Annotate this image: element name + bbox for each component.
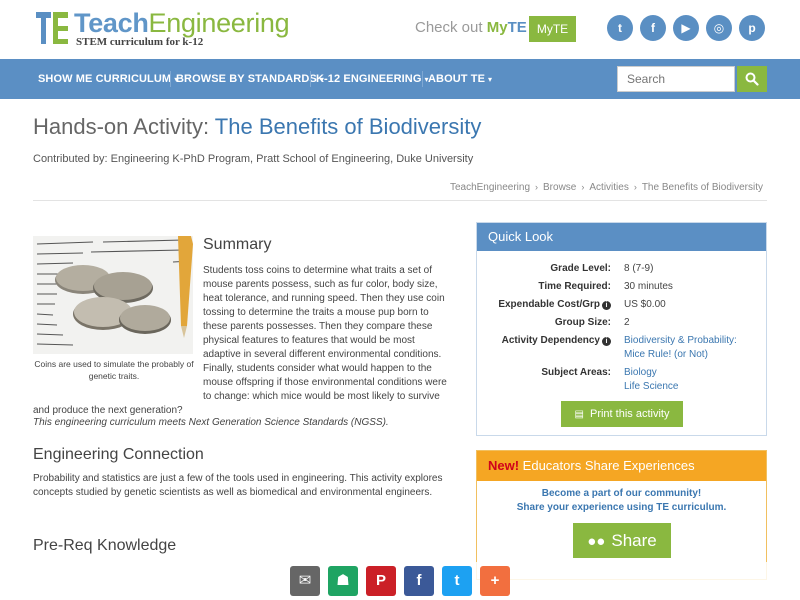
educators-share-heading: New! Educators Share Experiences xyxy=(477,451,766,481)
print-button-label: Print this activity xyxy=(589,408,670,420)
prereq-heading: Pre-Req Knowledge xyxy=(33,537,177,554)
educators-share-panel: New! Educators Share Experiences Become … xyxy=(476,450,767,580)
search-input[interactable] xyxy=(617,66,735,92)
logo-tagline: STEM curriculum for k-12 xyxy=(76,36,204,48)
educators-heading-text: Educators Share Experiences xyxy=(519,458,695,473)
youtube-icon[interactable]: ▶ xyxy=(673,15,699,41)
share-experience-line: Share your experience using TE curriculu… xyxy=(516,502,727,513)
subject-life-science-link[interactable]: Life Science xyxy=(624,381,678,392)
time-required-label: Time Required: xyxy=(538,281,611,292)
info-icon[interactable]: i xyxy=(602,301,611,310)
share-bar xyxy=(0,562,800,600)
share-button-label: Share xyxy=(611,531,657,550)
site-header: TeachEngineering STEM curriculum for k-1… xyxy=(0,0,800,58)
engineering-connection-text: Probability and statistics are just a fe… xyxy=(33,473,443,498)
pinterest-share-icon[interactable]: P xyxy=(366,566,396,596)
nav-divider xyxy=(310,71,311,87)
title-main: The Benefits of Biodiversity xyxy=(214,114,482,139)
subject-biology-link[interactable]: Biology xyxy=(624,367,657,378)
page-title: Hands-on Activity: The Benefits of Biodi… xyxy=(33,114,481,140)
nav-about-te[interactable]: ABOUT TE ▾ xyxy=(428,59,492,99)
summary-heading: Summary xyxy=(203,236,272,253)
expendable-cost-value: US $0.00 xyxy=(624,299,666,310)
twitter-share-icon[interactable]: t xyxy=(442,566,472,596)
checkout-myte-text: Check out MyTE xyxy=(415,19,527,36)
facebook-share-icon[interactable]: f xyxy=(404,566,434,596)
grade-level-value: 8 (7-9) xyxy=(624,263,654,274)
twitter-icon[interactable]: t xyxy=(607,15,633,41)
subject-areas-values: Biology Life Science xyxy=(624,366,678,394)
google-classroom-share-icon[interactable]: ☗ xyxy=(328,566,358,596)
quick-look-heading: Quick Look xyxy=(477,223,766,251)
info-icon[interactable]: i xyxy=(602,337,611,346)
activity-dependency-link[interactable]: Biodiversity & Probability: Mice Rule! (o… xyxy=(624,334,737,362)
more-share-icon[interactable]: + xyxy=(480,566,510,596)
printer-icon: ▤ xyxy=(574,409,584,420)
email-share-icon[interactable]: ✉ xyxy=(290,566,320,596)
divider xyxy=(33,200,767,201)
nav-browse-by-standards[interactable]: BROWSE BY STANDARDS ▾ xyxy=(176,59,324,99)
breadcrumb-item[interactable]: Browse xyxy=(543,182,576,193)
contributed-by: Contributed by: Engineering K-PhD Progra… xyxy=(33,153,474,165)
nav-label: ABOUT TE xyxy=(428,73,486,85)
breadcrumb-item[interactable]: TeachEngineering xyxy=(450,182,530,193)
checkout-te: TE xyxy=(507,19,527,36)
logo-teach: Teach xyxy=(74,8,149,38)
expendable-cost-label: Expendable Cost/Grp i xyxy=(498,298,611,312)
nav-label: SHOW ME CURRICULUM xyxy=(38,73,172,85)
time-required-value: 30 minutes xyxy=(624,281,673,292)
dependency-line-2: Mice Rule! (or Not) xyxy=(624,349,708,360)
nav-label: K-12 ENGINEERING xyxy=(316,73,422,85)
quick-look-panel: Quick Look Grade Level: 8 (7-9) Time Req… xyxy=(476,222,767,436)
nav-label: BROWSE BY STANDARDS xyxy=(176,73,317,85)
nav-k12-engineering[interactable]: K-12 ENGINEERING ▾ xyxy=(316,59,429,99)
search-icon xyxy=(745,72,759,86)
nav-divider xyxy=(170,71,171,87)
chevron-down-icon: ▾ xyxy=(488,75,493,84)
group-size-value: 2 xyxy=(624,317,630,328)
nav-divider xyxy=(422,71,423,87)
subject-areas-label: Subject Areas: xyxy=(541,367,611,378)
pinterest-icon[interactable]: p xyxy=(739,15,765,41)
community-line: Become a part of our community! xyxy=(541,488,702,499)
logo-wordmark: TeachEngineering xyxy=(74,8,290,38)
breadcrumb-chevron-icon: › xyxy=(535,182,539,192)
engineering-connection-heading: Engineering Connection xyxy=(33,446,204,463)
breadcrumb-chevron-icon: › xyxy=(581,182,585,192)
users-icon: ●● xyxy=(587,533,606,550)
summary-text-block: Students toss coins to determine what tr… xyxy=(33,264,455,418)
share-experience-button[interactable]: ●● Share xyxy=(573,523,671,558)
checkout-my: My xyxy=(486,19,508,36)
dependency-line-1: Biodiversity & Probability: xyxy=(624,335,737,346)
activity-dependency-label: Activity Dependency i xyxy=(502,334,611,348)
instagram-icon[interactable]: ◎ xyxy=(706,15,732,41)
breadcrumb-item: The Benefits of Biodiversity xyxy=(641,182,763,193)
facebook-icon[interactable]: f xyxy=(640,15,666,41)
breadcrumb-chevron-icon: › xyxy=(633,182,637,192)
search-button[interactable] xyxy=(737,66,767,92)
title-prefix: Hands-on Activity: xyxy=(33,114,210,139)
myte-button[interactable]: MyTE xyxy=(529,16,576,42)
print-activity-button[interactable]: ▤ Print this activity xyxy=(561,401,683,427)
expendable-cost-label-text: Expendable Cost/Grp xyxy=(498,299,600,310)
nav-show-me-curriculum[interactable]: SHOW ME CURRICULUM ▾ xyxy=(38,59,178,99)
checkout-prefix: Check out xyxy=(415,19,487,36)
te-logo-mark-icon xyxy=(36,12,70,46)
breadcrumb-item[interactable]: Activities xyxy=(589,182,628,193)
ngss-note: This engineering curriculum meets Next G… xyxy=(33,417,389,428)
new-badge: New! xyxy=(488,458,520,473)
breadcrumb: TeachEngineering › Browse › Activities › The B… xyxy=(450,182,763,193)
activity-dependency-label-text: Activity Dependency xyxy=(501,335,600,346)
grade-level-label: Grade Level: xyxy=(550,263,611,274)
logo-engineering: Engineering xyxy=(148,8,290,38)
group-size-label: Group Size: xyxy=(554,317,611,328)
